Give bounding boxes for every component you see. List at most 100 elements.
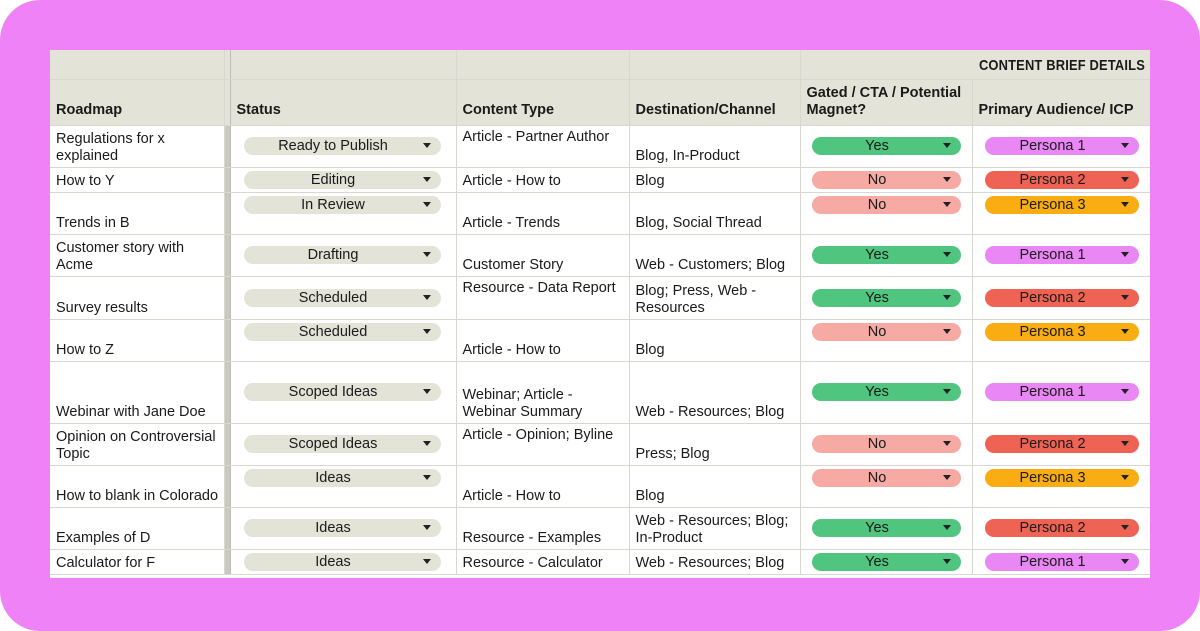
audience-dropdown[interactable]: Persona 2 bbox=[984, 288, 1139, 307]
destination-cell[interactable]: Blog bbox=[629, 319, 801, 362]
audience-dropdown[interactable]: Persona 3 bbox=[984, 195, 1139, 214]
dropdown-arrow-icon[interactable] bbox=[942, 176, 951, 182]
audience-cell[interactable]: Persona 3 bbox=[972, 319, 1150, 362]
gated-dropdown[interactable]: No bbox=[811, 435, 961, 453]
roadmap-cell[interactable]: How to Z bbox=[50, 319, 225, 362]
dropdown-arrow-icon[interactable] bbox=[1120, 294, 1129, 300]
gated-dropdown[interactable]: Yes bbox=[811, 137, 961, 155]
gated-dropdown[interactable]: Yes bbox=[811, 383, 961, 401]
dropdown-arrow-icon[interactable] bbox=[1120, 558, 1129, 564]
dropdown-arrow-icon[interactable] bbox=[422, 441, 431, 446]
dropdown-arrow-icon[interactable] bbox=[942, 328, 951, 334]
dropdown-arrow-icon[interactable] bbox=[422, 201, 431, 207]
column-header-audience[interactable]: Primary Audience/ ICP bbox=[972, 79, 1150, 126]
status-dropdown[interactable]: Drafting bbox=[243, 246, 441, 264]
dropdown-arrow-icon[interactable] bbox=[1120, 143, 1129, 148]
dropdown-arrow-icon[interactable] bbox=[942, 201, 951, 207]
dropdown-arrow-icon[interactable] bbox=[422, 328, 431, 334]
audience-cell[interactable]: Persona 1 bbox=[972, 549, 1150, 575]
audience-cell[interactable]: Persona 2 bbox=[972, 507, 1150, 550]
status-cell[interactable]: Ideas bbox=[230, 465, 457, 508]
audience-cell[interactable]: Persona 1 bbox=[972, 125, 1150, 168]
status-cell[interactable]: Scheduled bbox=[230, 276, 457, 320]
gated-cell[interactable]: Yes bbox=[800, 234, 973, 277]
audience-dropdown[interactable]: Persona 1 bbox=[984, 383, 1139, 401]
dropdown-arrow-icon[interactable] bbox=[422, 525, 431, 530]
roadmap-cell[interactable]: Survey results bbox=[50, 276, 225, 320]
gated-dropdown[interactable]: Yes bbox=[811, 519, 961, 537]
content-type-cell[interactable]: Article - How to bbox=[456, 465, 630, 508]
dropdown-arrow-icon[interactable] bbox=[422, 252, 431, 257]
status-cell[interactable]: Drafting bbox=[230, 234, 457, 277]
audience-dropdown[interactable]: Persona 1 bbox=[984, 552, 1139, 571]
column-header-content-type[interactable]: Content Type bbox=[456, 79, 630, 126]
status-dropdown[interactable]: Scheduled bbox=[243, 322, 441, 341]
status-cell[interactable]: Scheduled bbox=[230, 319, 457, 362]
audience-cell[interactable]: Persona 1 bbox=[972, 234, 1150, 277]
audience-cell[interactable]: Persona 3 bbox=[972, 192, 1150, 235]
audience-dropdown[interactable]: Persona 2 bbox=[984, 435, 1139, 453]
column-header-status[interactable]: Status bbox=[230, 79, 457, 126]
status-dropdown[interactable]: Ideas bbox=[243, 552, 441, 571]
content-type-cell[interactable]: Article - Opinion; Byline bbox=[456, 423, 630, 466]
audience-dropdown[interactable]: Persona 3 bbox=[984, 468, 1139, 487]
status-cell[interactable]: Ready to Publish bbox=[230, 125, 457, 168]
audience-dropdown[interactable]: Persona 2 bbox=[984, 170, 1139, 189]
roadmap-cell[interactable]: Regulations for x explained bbox=[50, 125, 225, 168]
dropdown-arrow-icon[interactable] bbox=[942, 389, 951, 394]
audience-dropdown[interactable]: Persona 1 bbox=[984, 137, 1139, 155]
status-dropdown[interactable]: Ideas bbox=[243, 519, 441, 537]
destination-cell[interactable]: Blog; Press, Web - Resources bbox=[629, 276, 801, 320]
column-header-roadmap[interactable]: Roadmap bbox=[50, 79, 225, 126]
gated-dropdown[interactable]: Yes bbox=[811, 288, 961, 307]
gated-dropdown[interactable]: No bbox=[811, 322, 961, 341]
audience-dropdown[interactable]: Persona 3 bbox=[984, 322, 1139, 341]
content-type-cell[interactable]: Article - Partner Author bbox=[456, 125, 630, 168]
status-dropdown[interactable]: Editing bbox=[243, 170, 441, 189]
dropdown-arrow-icon[interactable] bbox=[1120, 525, 1129, 530]
dropdown-arrow-icon[interactable] bbox=[942, 143, 951, 148]
status-dropdown[interactable]: Scheduled bbox=[243, 288, 441, 307]
destination-cell[interactable]: Web - Resources; Blog bbox=[629, 549, 801, 575]
destination-cell[interactable]: Blog, Social Thread bbox=[629, 192, 801, 235]
gated-dropdown[interactable]: Yes bbox=[811, 552, 961, 571]
dropdown-arrow-icon[interactable] bbox=[1120, 389, 1129, 394]
destination-cell[interactable]: Blog bbox=[629, 167, 801, 193]
gated-cell[interactable]: Yes bbox=[800, 549, 973, 575]
gated-cell[interactable]: Yes bbox=[800, 125, 973, 168]
content-type-cell[interactable]: Customer Story bbox=[456, 234, 630, 277]
dropdown-arrow-icon[interactable] bbox=[422, 558, 431, 564]
content-type-cell[interactable]: Webinar; Article - Webinar Summary bbox=[456, 361, 630, 424]
gated-cell[interactable]: No bbox=[800, 465, 973, 508]
column-header-destination[interactable]: Destination/Channel bbox=[629, 79, 801, 126]
dropdown-arrow-icon[interactable] bbox=[942, 558, 951, 564]
dropdown-arrow-icon[interactable] bbox=[422, 143, 431, 148]
dropdown-arrow-icon[interactable] bbox=[942, 252, 951, 257]
dropdown-arrow-icon[interactable] bbox=[942, 441, 951, 446]
status-cell[interactable]: Editing bbox=[230, 167, 457, 193]
audience-cell[interactable]: Persona 3 bbox=[972, 465, 1150, 508]
gated-dropdown[interactable]: No bbox=[811, 170, 961, 189]
dropdown-arrow-icon[interactable] bbox=[1120, 441, 1129, 446]
roadmap-cell[interactable]: How to Y bbox=[50, 167, 225, 193]
destination-cell[interactable]: Blog bbox=[629, 465, 801, 508]
destination-cell[interactable]: Web - Customers; Blog bbox=[629, 234, 801, 277]
gated-cell[interactable]: Yes bbox=[800, 361, 973, 424]
content-type-cell[interactable]: Article - How to bbox=[456, 319, 630, 362]
audience-dropdown[interactable]: Persona 2 bbox=[984, 519, 1139, 537]
audience-cell[interactable]: Persona 2 bbox=[972, 423, 1150, 466]
gated-cell[interactable]: No bbox=[800, 192, 973, 235]
content-type-cell[interactable]: Article - Trends bbox=[456, 192, 630, 235]
roadmap-cell[interactable]: Webinar with Jane Doe bbox=[50, 361, 225, 424]
roadmap-cell[interactable]: Customer story with Acme bbox=[50, 234, 225, 277]
dropdown-arrow-icon[interactable] bbox=[1120, 328, 1129, 334]
roadmap-cell[interactable]: Opinion on Controversial Topic bbox=[50, 423, 225, 466]
dropdown-arrow-icon[interactable] bbox=[1120, 474, 1129, 480]
status-dropdown[interactable]: In Review bbox=[243, 195, 441, 214]
roadmap-cell[interactable]: How to blank in Colorado bbox=[50, 465, 225, 508]
gated-cell[interactable]: No bbox=[800, 423, 973, 466]
content-type-cell[interactable]: Resource - Data Report bbox=[456, 276, 630, 320]
destination-cell[interactable]: Blog, In-Product bbox=[629, 125, 801, 168]
dropdown-arrow-icon[interactable] bbox=[422, 176, 431, 182]
roadmap-cell[interactable]: Calculator for F bbox=[50, 549, 225, 575]
